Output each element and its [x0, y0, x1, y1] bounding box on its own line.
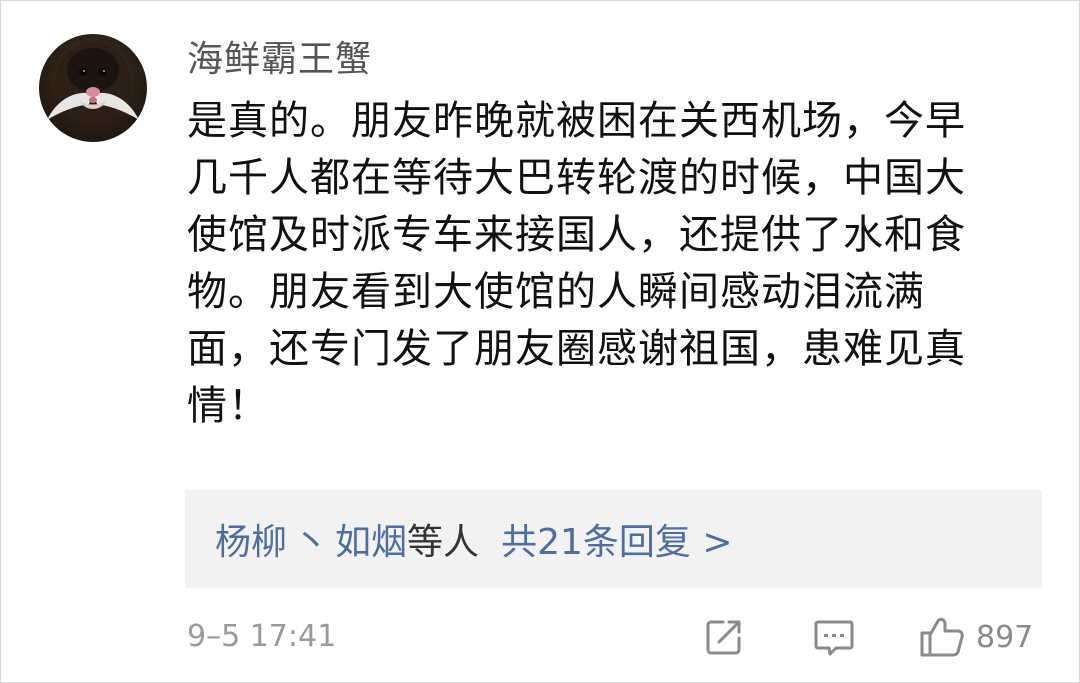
share-button[interactable] [703, 613, 745, 661]
comment-button[interactable] [812, 613, 856, 661]
comment-line: 面，还专门发了朋友圈感谢祖国，患难见真 [187, 326, 966, 372]
like-count: 897 [976, 619, 1034, 655]
comment-line: 使馆及时派专车来接国人，还提供了水和食 [187, 212, 966, 258]
comment-line: 物。朋友看到大使馆的人瞬间感动泪流满 [187, 269, 925, 315]
comment-icon [814, 620, 854, 656]
comment-line: 情！ [187, 383, 269, 429]
replies-preview[interactable]: 杨柳 丶 如烟 等人 共21条回复 > [185, 490, 1042, 588]
reply-separator: 丶 [293, 522, 330, 563]
username[interactable]: 海鲜霸王蟹 [187, 35, 372, 85]
comment-line: 是真的。朋友昨晚就被困在关西机场，今早 [187, 98, 966, 144]
timestamp: 9–5 17:41 [187, 619, 337, 654]
comment-card: 海鲜霸王蟹 是真的。朋友昨晚就被困在关西机场，今早 几千人都在等待大巴转轮渡的时… [0, 0, 1080, 683]
comment-text: 是真的。朋友昨晚就被困在关西机场，今早 几千人都在等待大巴转轮渡的时候，中国大 … [187, 93, 1017, 435]
reply-user-name[interactable]: 如烟 [335, 513, 407, 565]
thumbs-up-icon [920, 617, 964, 657]
monkey-avatar-image [47, 42, 139, 126]
avatar[interactable] [39, 34, 147, 142]
like-button[interactable]: 897 [918, 613, 1033, 661]
reply-user-name[interactable]: 杨柳 [215, 513, 287, 565]
view-replies-link[interactable]: 共21条回复 > [501, 513, 732, 565]
share-icon [706, 620, 741, 655]
comment-line: 几千人都在等待大巴转轮渡的时候，中国大 [187, 155, 966, 201]
reply-suffix: 等人 [407, 522, 480, 563]
